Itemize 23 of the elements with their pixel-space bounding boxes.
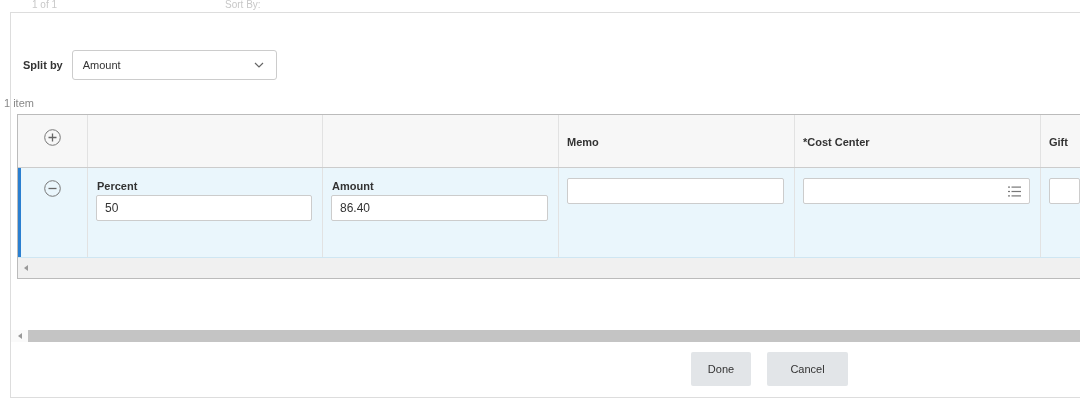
scroll-left-icon[interactable] [24, 265, 28, 271]
column-header: Gift [1049, 136, 1068, 148]
field-label: Percent [97, 180, 138, 192]
input-field[interactable]: 86.40 [331, 195, 548, 221]
done-button[interactable]: Done [691, 352, 751, 386]
column-header: Memo [567, 136, 599, 148]
field-label: Amount [332, 180, 374, 192]
chevron-down-icon [253, 62, 264, 68]
prompt-field[interactable] [803, 178, 1030, 204]
remove-row-icon[interactable] [44, 180, 61, 197]
column-header: *Cost Center [803, 136, 870, 148]
input-field[interactable]: 50 [96, 195, 312, 221]
split-by-dropdown[interactable]: Amount [71, 50, 277, 80]
list-icon [1008, 185, 1021, 197]
scroll-left-icon[interactable] [17, 333, 22, 339]
split-by-label: Split by [23, 59, 63, 71]
input-field[interactable] [1049, 178, 1080, 204]
scrollbar[interactable] [11, 330, 1080, 342]
input-field[interactable] [567, 178, 784, 204]
add-row-icon[interactable] [44, 129, 61, 146]
cancel-button[interactable]: Cancel [767, 352, 848, 386]
item-count: 1 item [4, 97, 34, 109]
table-row[interactable]: Percent 50 Amount 86.40 [18, 168, 1080, 258]
